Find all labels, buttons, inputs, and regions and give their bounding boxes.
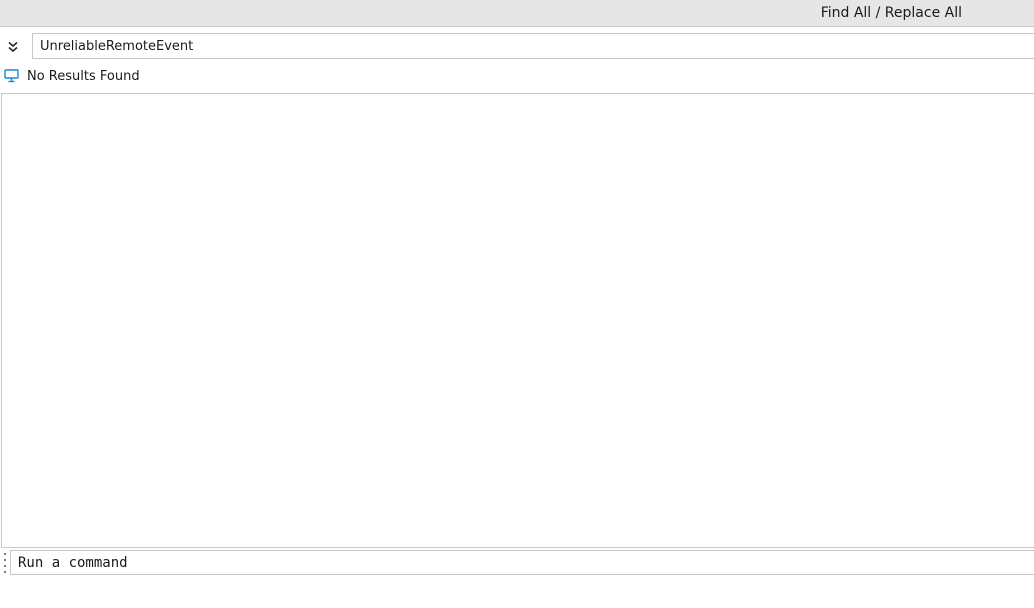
grip-dot bbox=[4, 571, 6, 573]
results-panel[interactable] bbox=[1, 93, 1034, 548]
find-replace-window: Find All / Replace All No Results Found bbox=[0, 0, 1034, 608]
monitor-icon bbox=[3, 68, 19, 84]
expand-options-button[interactable] bbox=[4, 38, 22, 56]
grip-dot bbox=[4, 559, 6, 561]
resize-grip[interactable] bbox=[2, 553, 8, 573]
double-chevron-down-icon bbox=[8, 41, 18, 53]
window-title: Find All / Replace All bbox=[820, 5, 962, 21]
grip-dot bbox=[4, 565, 6, 567]
title-bar[interactable]: Find All / Replace All bbox=[0, 0, 1034, 27]
grip-dot bbox=[4, 553, 6, 555]
status-text: No Results Found bbox=[27, 68, 140, 84]
search-input[interactable] bbox=[32, 33, 1034, 59]
command-input[interactable] bbox=[10, 550, 1034, 575]
status-row: No Results Found bbox=[3, 66, 140, 86]
